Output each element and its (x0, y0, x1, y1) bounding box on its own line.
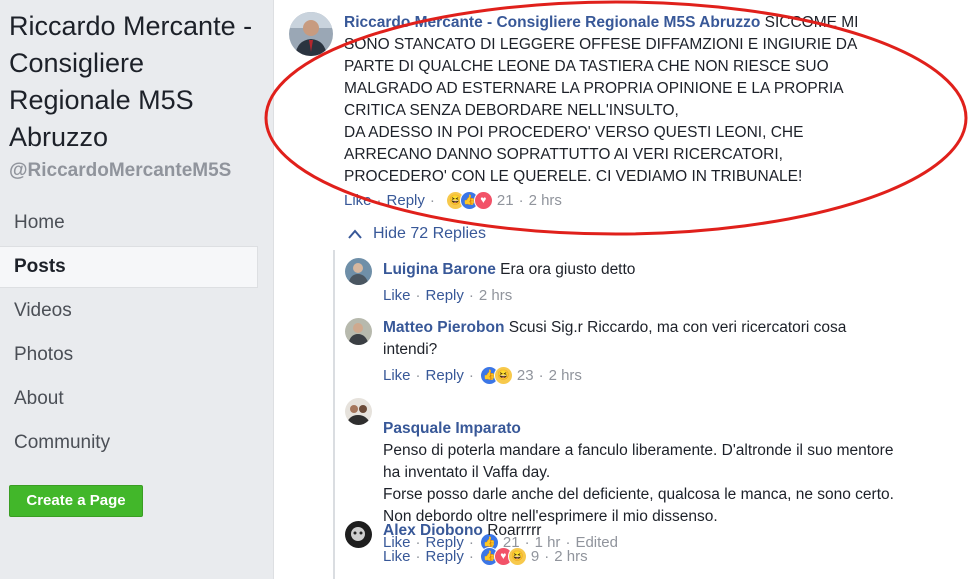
comment-author[interactable]: Pasquale Imparato (383, 420, 521, 437)
nav-item-home[interactable]: Home (0, 201, 258, 245)
reply-link[interactable]: Reply (426, 367, 464, 384)
comment-time[interactable]: 2 hrs (529, 192, 562, 209)
user-photo-icon (345, 318, 372, 345)
page-handle[interactable]: @RiccardoMercanteM5S (9, 160, 231, 182)
separator-dot: · (468, 547, 474, 565)
page-title[interactable]: Riccardo Mercante - Consigliere Regional… (9, 8, 264, 156)
comment-actions: Like · Reply · 👍 ♥ 😆 9 · 2 hrs (383, 545, 903, 567)
nav-item-community[interactable]: Community (0, 421, 258, 465)
reaction-count: 9 (530, 547, 540, 565)
comment-text: Penso di poterla mandare a fanculo liber… (383, 442, 894, 525)
reactions-summary[interactable]: 👍 ♥ 😆 9 (479, 546, 540, 566)
reply-comment: Matteo Pierobon Scusi Sig.r Riccardo, ma… (383, 317, 903, 386)
comment-text-line: MALGRADO AD ESTERNARE LA PROPRIA OPINION… (344, 80, 844, 97)
comment-text-line: DA ADESSO IN POI PROCEDERO' VERSO QUESTI… (344, 124, 804, 141)
comment-author[interactable]: Alex Diobono (383, 522, 483, 539)
avatar[interactable] (345, 318, 372, 345)
thread-line (333, 250, 335, 579)
comment-text-line: CRITICA SENZA DEBORDARE NELL'INSULTO, (344, 102, 679, 119)
reply-link[interactable]: Reply (426, 287, 464, 304)
like-link[interactable]: Like (344, 192, 372, 209)
reply-comment: Alex Diobono Roarrrrr Like · Reply · 👍 ♥… (383, 520, 903, 567)
separator-dot: · (429, 191, 435, 209)
like-link[interactable]: Like (383, 548, 411, 565)
separator-dot: · (415, 286, 421, 304)
avatar[interactable] (289, 12, 333, 56)
user-photo-icon (345, 521, 372, 548)
comment-text: Roarrrrr (487, 522, 542, 539)
reaction-count: 21 (496, 191, 514, 209)
page-nav: Home Posts Videos Photos About Community (0, 201, 258, 465)
avatar[interactable] (345, 258, 372, 285)
separator-dot: · (538, 366, 544, 384)
reply-link[interactable]: Reply (387, 192, 425, 209)
hide-replies-label: Hide 72 Replies (373, 225, 486, 242)
reactions-summary[interactable]: 😆 👍 ♥ 21 (445, 190, 514, 210)
author-photo-icon (289, 12, 333, 56)
main-comment: Riccardo Mercante - Consigliere Regional… (344, 12, 904, 211)
nav-item-about[interactable]: About (0, 377, 258, 421)
comment-time[interactable]: 2 hrs (479, 287, 512, 304)
haha-reaction-icon: 😆 (493, 365, 513, 385)
comment-actions: Like · Reply · 👍 😆 23 · 2 hrs (383, 364, 903, 386)
comment-text-line: PARTE DI QUALCHE LEONE DA TASTIERA CHE N… (344, 58, 829, 75)
comment-author[interactable]: Luigina Barone (383, 261, 496, 278)
comment-text-line: SONO STANCATO DI LEGGERE OFFESE DIFFAMZI… (344, 36, 858, 53)
comment-text-line: SICCOME MI (764, 14, 859, 31)
love-reaction-icon: ♥ (473, 190, 493, 210)
comment-time[interactable]: 2 hrs (549, 367, 582, 384)
comment-time[interactable]: 2 hrs (554, 548, 587, 565)
separator-dot: · (376, 191, 382, 209)
avatar[interactable] (345, 398, 372, 425)
page-sidebar: Riccardo Mercante - Consigliere Regional… (0, 0, 272, 579)
separator-dot: · (518, 191, 524, 209)
reactions-summary[interactable]: 👍 😆 23 (479, 365, 534, 385)
like-link[interactable]: Like (383, 287, 411, 304)
nav-item-posts[interactable]: Posts (0, 246, 258, 288)
like-link[interactable]: Like (383, 367, 411, 384)
haha-reaction-icon: 😆 (507, 546, 527, 566)
comment-author[interactable]: Riccardo Mercante - Consigliere Regional… (344, 14, 760, 31)
nav-item-videos[interactable]: Videos (0, 289, 258, 333)
chevron-up-icon (348, 229, 362, 239)
user-photo-icon (345, 398, 372, 425)
reply-comment: Luigina Barone Era ora giusto detto Like… (383, 259, 923, 306)
nav-item-photos[interactable]: Photos (0, 333, 258, 377)
avatar[interactable] (345, 521, 372, 548)
create-page-button[interactable]: Create a Page (9, 485, 143, 517)
reaction-count: 23 (516, 366, 534, 384)
reply-link[interactable]: Reply (426, 548, 464, 565)
hide-replies-link[interactable]: Hide 72 Replies (347, 225, 486, 243)
comment-text-line: PROCEDERO' CON LE QUERELE. CI VEDIAMO IN… (344, 168, 803, 185)
comment-text-line: ARRECANO DANNO SOPRATTUTTO AI VERI RICER… (344, 146, 783, 163)
comment-text: Era ora giusto detto (500, 261, 636, 278)
separator-dot: · (468, 366, 474, 384)
comment-author[interactable]: Matteo Pierobon (383, 319, 504, 336)
separator-dot: · (415, 366, 421, 384)
user-photo-icon (345, 258, 372, 285)
separator-dot: · (544, 547, 550, 565)
separator-dot: · (415, 547, 421, 565)
comment-actions: Like · Reply · 2 hrs (383, 284, 923, 306)
comment-actions: Like · Reply · 😆 👍 ♥ 21 · 2 hrs (344, 189, 904, 211)
separator-dot: · (468, 286, 474, 304)
